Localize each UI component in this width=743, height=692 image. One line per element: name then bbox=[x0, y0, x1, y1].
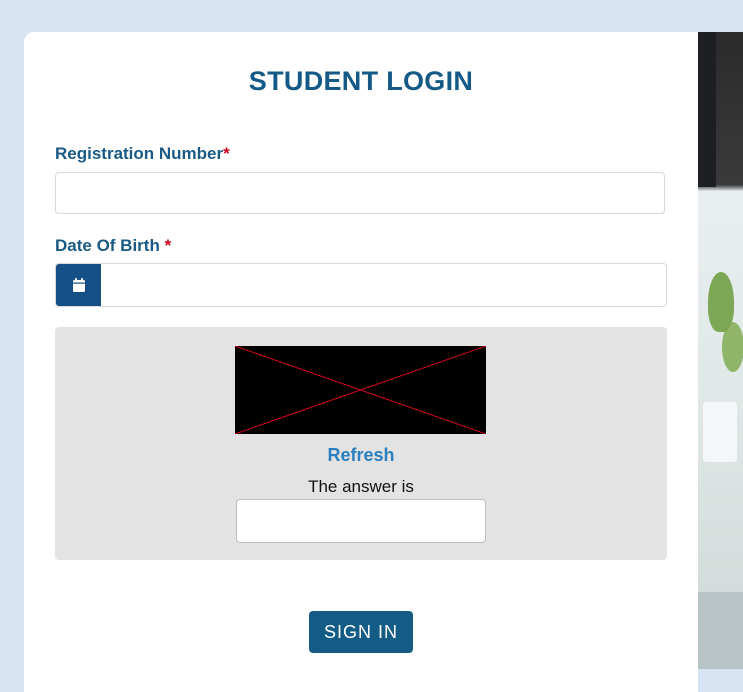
date-of-birth-label-text: Date Of Birth bbox=[55, 236, 165, 255]
sign-in-button[interactable]: SIGN IN bbox=[309, 611, 413, 653]
captcha-panel: Refresh The answer is bbox=[55, 327, 667, 560]
registration-number-label: Registration Number* bbox=[55, 144, 230, 164]
captcha-answer-input[interactable] bbox=[236, 499, 486, 543]
date-of-birth-label: Date Of Birth * bbox=[55, 236, 171, 256]
broken-image-icon bbox=[234, 345, 487, 435]
monitor-screen bbox=[698, 32, 716, 187]
date-of-birth-field bbox=[55, 263, 667, 307]
date-of-birth-input[interactable] bbox=[101, 264, 666, 306]
registration-number-label-text: Registration Number bbox=[55, 144, 224, 163]
required-mark: * bbox=[223, 144, 230, 163]
page-title: STUDENT LOGIN bbox=[248, 66, 474, 96]
background-photo bbox=[698, 32, 743, 669]
calendar-button[interactable] bbox=[56, 264, 101, 306]
required-mark: * bbox=[164, 236, 172, 255]
laptop bbox=[698, 592, 743, 669]
plant-leaves-2 bbox=[722, 322, 743, 372]
captcha-image bbox=[234, 345, 487, 435]
cup bbox=[703, 402, 737, 462]
registration-number-input[interactable] bbox=[55, 172, 665, 214]
calendar-icon bbox=[72, 278, 85, 292]
login-card: STUDENT LOGIN Registration Number* Date … bbox=[24, 32, 698, 692]
captcha-answer-label: The answer is bbox=[308, 477, 414, 496]
captcha-refresh-link[interactable]: Refresh bbox=[55, 445, 667, 466]
